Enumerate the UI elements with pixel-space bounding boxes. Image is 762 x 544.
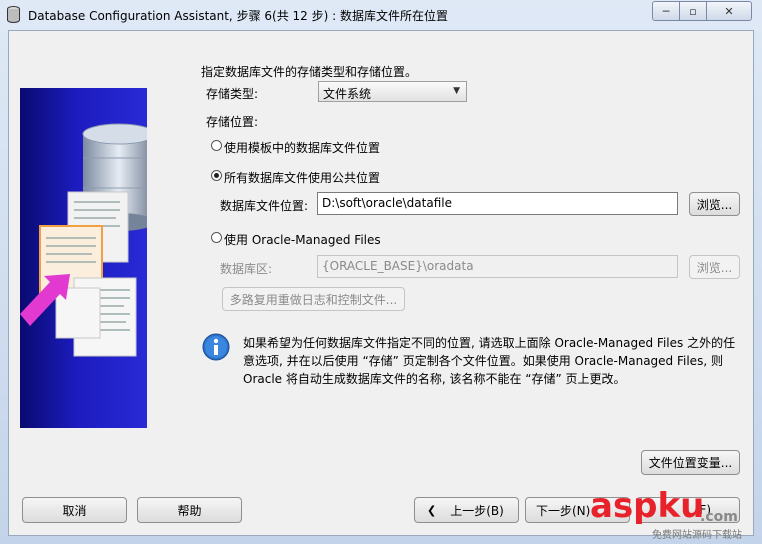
- back-button[interactable]: ❮ 上一步(B): [414, 497, 519, 523]
- db-file-location-label: 数据库文件位置:: [220, 199, 309, 213]
- close-icon: ✕: [724, 4, 734, 18]
- storage-type-label: 存储类型:: [206, 87, 259, 101]
- radio-common-location-label[interactable]: 所有数据库文件使用公共位置: [224, 169, 380, 186]
- chevron-left-icon: ❮: [427, 503, 437, 517]
- db-file-location-input[interactable]: D:\soft\oracle\datafile: [317, 192, 678, 215]
- watermark-brand: aspku: [590, 486, 705, 526]
- next-button-label: 下一步(N): [536, 503, 591, 518]
- back-button-label: 上一步(B): [450, 503, 504, 518]
- db-file-location-value: D:\soft\oracle\datafile: [322, 196, 452, 210]
- radio-common-location[interactable]: [211, 170, 222, 181]
- file-location-variables-button[interactable]: 文件位置变量...: [641, 450, 740, 475]
- database-app-icon: [7, 6, 20, 23]
- maximize-button[interactable]: ▫: [679, 1, 707, 21]
- minimize-icon: ─: [662, 4, 670, 18]
- wizard-illustration: [20, 88, 147, 428]
- db-area-value: {ORACLE_BASE}\oradata: [322, 259, 474, 273]
- minimize-button[interactable]: ─: [652, 1, 680, 21]
- chevron-down-icon: ▼: [453, 86, 460, 96]
- cancel-button[interactable]: 取消: [22, 497, 127, 523]
- db-area-input[interactable]: {ORACLE_BASE}\oradata: [317, 255, 678, 278]
- watermark-suffix: .com: [700, 509, 738, 525]
- db-area-label: 数据库区:: [220, 262, 273, 276]
- form-heading: 指定数据库文件的存储类型和存储位置。: [201, 65, 418, 79]
- browse-db-area-button[interactable]: 浏览...: [689, 255, 740, 279]
- multiplex-redo-logs-button[interactable]: 多路复用重做日志和控制文件...: [222, 287, 405, 311]
- info-icon: [202, 333, 230, 361]
- maximize-icon: ▫: [689, 4, 697, 18]
- title-bar[interactable]: Database Configuration Assistant, 步骤 6(共…: [0, 0, 762, 30]
- database-documents-illustration: [20, 123, 147, 357]
- storage-type-select[interactable]: 文件系统 ▼: [318, 81, 467, 102]
- info-message: 如果希望为任何数据库文件指定不同的位置, 请选取上面除 Oracle-Manag…: [243, 336, 736, 386]
- browse-button[interactable]: 浏览...: [689, 192, 740, 216]
- storage-location-label: 存储位置:: [206, 115, 259, 129]
- watermark-tagline: 免费网站源码下载站: [652, 530, 742, 541]
- storage-type-value: 文件系统: [323, 87, 372, 101]
- help-button[interactable]: 帮助: [137, 497, 242, 523]
- window-title: Database Configuration Assistant, 步骤 6(共…: [28, 9, 448, 23]
- close-button[interactable]: ✕: [706, 1, 752, 21]
- radio-template-location-label[interactable]: 使用模板中的数据库文件位置: [224, 139, 380, 156]
- radio-omf[interactable]: [211, 232, 222, 243]
- radio-omf-label[interactable]: 使用 Oracle-Managed Files: [224, 231, 381, 248]
- radio-template-location[interactable]: [211, 140, 222, 151]
